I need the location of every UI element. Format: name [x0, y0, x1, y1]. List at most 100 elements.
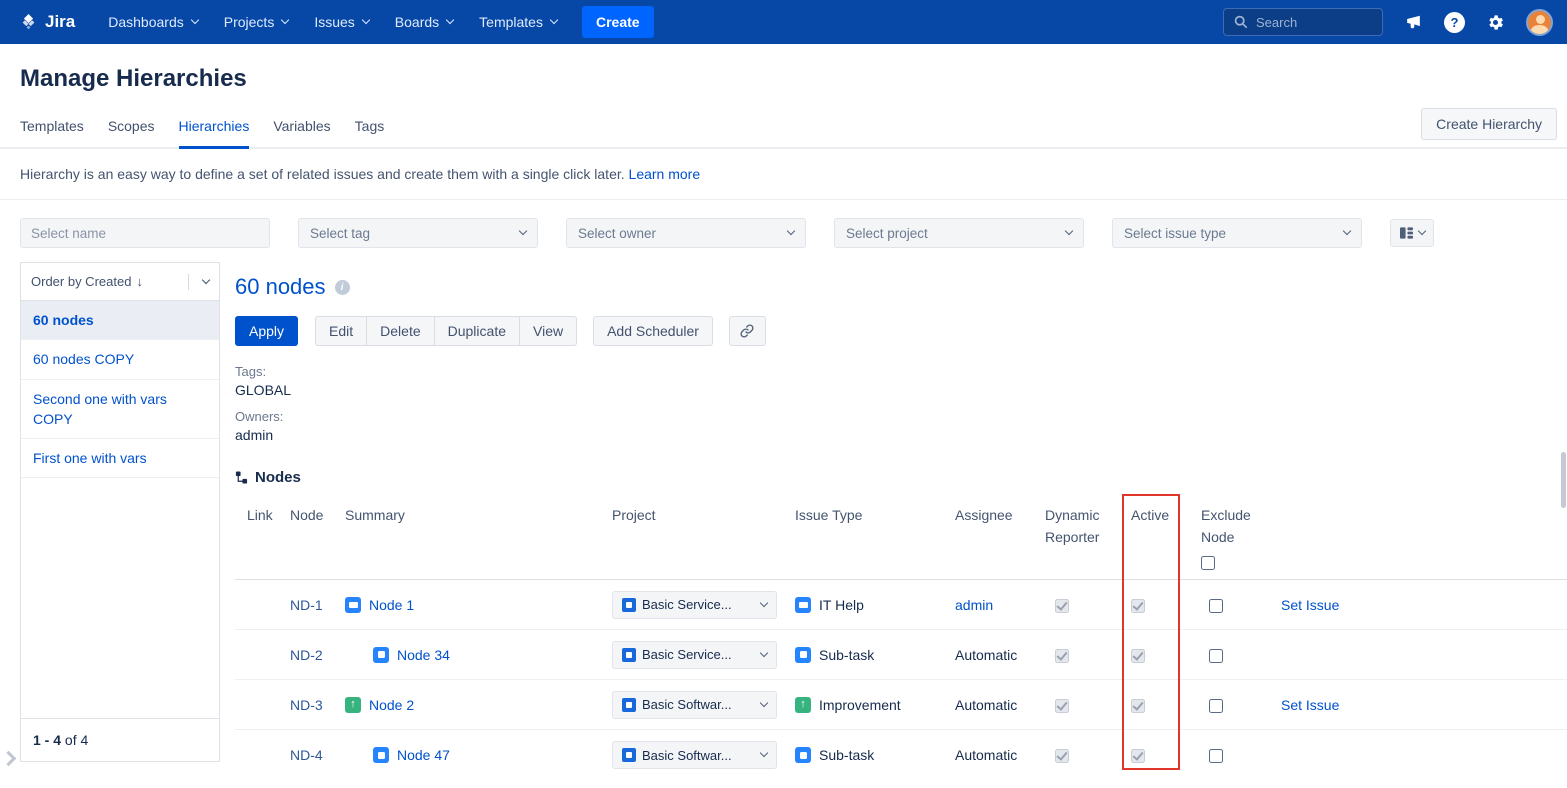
info-icon[interactable]: i: [335, 280, 350, 295]
copy-link-button[interactable]: [729, 316, 766, 346]
dynamic-reporter-checkbox: [1055, 649, 1069, 663]
table-row: ND-3 Node 2 Basic Softwar... Improvement: [235, 680, 1567, 730]
table-row: ND-2 Node 34 Basic Service... Sub-task: [235, 630, 1567, 680]
assignee-value: Automatic: [955, 647, 1017, 663]
nav-dashboards[interactable]: Dashboards: [95, 0, 211, 44]
tab-templates[interactable]: Templates: [20, 105, 84, 149]
header-active: Active: [1131, 504, 1201, 526]
search-box[interactable]: [1223, 8, 1383, 36]
node-key-link[interactable]: ND-3: [290, 697, 323, 713]
exclude-node-checkbox[interactable]: [1209, 749, 1223, 763]
issue-type-icon: [795, 647, 811, 663]
hierarchy-item[interactable]: 60 nodes: [21, 301, 219, 340]
node-summary-link[interactable]: Node 34: [397, 647, 450, 663]
chevron-down-icon: [191, 16, 199, 24]
assignee-value: Automatic: [955, 697, 1017, 713]
action-button-group: Edit Delete Duplicate View: [315, 316, 577, 346]
set-issue-link[interactable]: Set Issue: [1281, 697, 1339, 713]
exclude-node-checkbox[interactable]: [1209, 649, 1223, 663]
project-select[interactable]: Basic Service...: [612, 591, 777, 619]
delete-button[interactable]: Delete: [366, 316, 434, 346]
duplicate-button[interactable]: Duplicate: [434, 316, 520, 346]
learn-more-link[interactable]: Learn more: [629, 166, 701, 182]
chevron-down-icon: [760, 749, 768, 757]
active-checkbox: [1131, 699, 1145, 713]
project-icon: [622, 748, 636, 762]
scrollbar-thumb[interactable]: [1561, 452, 1566, 508]
create-hierarchy-button[interactable]: Create Hierarchy: [1421, 108, 1557, 140]
pagination: 1 - 4 of 4: [21, 718, 219, 761]
nav-templates[interactable]: Templates: [466, 0, 570, 44]
header-issue-type: Issue Type: [795, 504, 955, 526]
active-checkbox: [1131, 749, 1145, 763]
edit-button[interactable]: Edit: [315, 316, 367, 346]
header-dynamic-reporter: Dynamic Reporter: [1045, 504, 1131, 548]
filter-tag-select[interactable]: Select tag: [298, 218, 538, 248]
tab-tags[interactable]: Tags: [355, 105, 385, 149]
tab-scopes[interactable]: Scopes: [108, 105, 155, 149]
exclude-node-checkbox[interactable]: [1209, 599, 1223, 613]
header-summary: Summary: [345, 504, 612, 526]
node-key-link[interactable]: ND-2: [290, 647, 323, 663]
exclude-all-checkbox[interactable]: [1201, 556, 1215, 570]
owners-value: admin: [235, 427, 1567, 443]
search-input[interactable]: [1256, 15, 1368, 30]
filter-project-select[interactable]: Select project: [834, 218, 1084, 248]
sort-desc-icon[interactable]: ↓: [136, 274, 143, 289]
header-link: Link: [247, 504, 290, 526]
view-columns-button[interactable]: [1390, 219, 1434, 247]
issue-type-icon: [345, 697, 361, 713]
gear-icon[interactable]: [1486, 13, 1505, 32]
issue-type-label: Sub-task: [819, 747, 874, 763]
filter-owner-select[interactable]: Select owner: [566, 218, 806, 248]
nodes-table: Link Node Summary Project Issue Type Ass…: [235, 498, 1567, 780]
hierarchy-item[interactable]: First one with vars: [21, 439, 219, 478]
link-icon: [739, 323, 755, 339]
filter-issue-type-select[interactable]: Select issue type: [1112, 218, 1362, 248]
tab-hierarchies[interactable]: Hierarchies: [179, 105, 250, 149]
hierarchy-title: 60 nodes: [235, 274, 326, 300]
hierarchy-list: 60 nodes 60 nodes COPY Second one with v…: [21, 301, 219, 718]
node-key-link[interactable]: ND-4: [290, 747, 323, 763]
tags-label: Tags:: [235, 364, 1567, 379]
chevron-down-icon: [760, 699, 768, 707]
apply-button[interactable]: Apply: [235, 316, 298, 346]
nav-issues[interactable]: Issues: [301, 0, 381, 44]
nav-projects[interactable]: Projects: [211, 0, 302, 44]
exclude-node-checkbox[interactable]: [1209, 699, 1223, 713]
order-by-dropdown-icon[interactable]: [202, 275, 210, 283]
node-summary-link[interactable]: Node 1: [369, 597, 414, 613]
chevron-down-icon: [1417, 227, 1425, 235]
jira-logo[interactable]: Jira: [18, 12, 75, 33]
project-select[interactable]: Basic Softwar...: [612, 741, 777, 769]
user-avatar[interactable]: [1526, 9, 1553, 36]
assignee-value: Automatic: [955, 747, 1017, 763]
megaphone-icon[interactable]: [1404, 13, 1423, 32]
tab-variables[interactable]: Variables: [273, 105, 330, 149]
hierarchy-item[interactable]: Second one with vars COPY: [21, 380, 219, 440]
issue-type-label: Sub-task: [819, 647, 874, 663]
project-select[interactable]: Basic Service...: [612, 641, 777, 669]
add-scheduler-button[interactable]: Add Scheduler: [593, 316, 713, 346]
chevron-down-icon: [1343, 227, 1351, 235]
table-header-row: Link Node Summary Project Issue Type Ass…: [235, 498, 1567, 580]
owners-label: Owners:: [235, 409, 1567, 424]
help-icon[interactable]: ?: [1444, 12, 1465, 33]
node-key-link[interactable]: ND-1: [290, 597, 323, 613]
nodes-icon: [235, 471, 248, 484]
header-node: Node: [290, 504, 345, 526]
header-exclude-node: Exclude Node: [1201, 504, 1275, 570]
table-row: ND-1 Node 1 Basic Service... IT Help: [235, 580, 1567, 630]
create-button[interactable]: Create: [582, 6, 654, 38]
node-summary-link[interactable]: Node 2: [369, 697, 414, 713]
nav-boards[interactable]: Boards: [382, 0, 466, 44]
project-select[interactable]: Basic Softwar...: [612, 691, 777, 719]
chevron-down-icon: [760, 599, 768, 607]
view-button[interactable]: View: [519, 316, 577, 346]
node-summary-link[interactable]: Node 47: [397, 747, 450, 763]
hierarchy-item[interactable]: 60 nodes COPY: [21, 340, 219, 379]
hierarchy-list-sidebar: Order by Created ↓ 60 nodes 60 nodes COP…: [20, 262, 220, 762]
filter-name-input[interactable]: [20, 218, 270, 248]
set-issue-link[interactable]: Set Issue: [1281, 597, 1339, 613]
assignee-value[interactable]: admin: [955, 597, 993, 613]
